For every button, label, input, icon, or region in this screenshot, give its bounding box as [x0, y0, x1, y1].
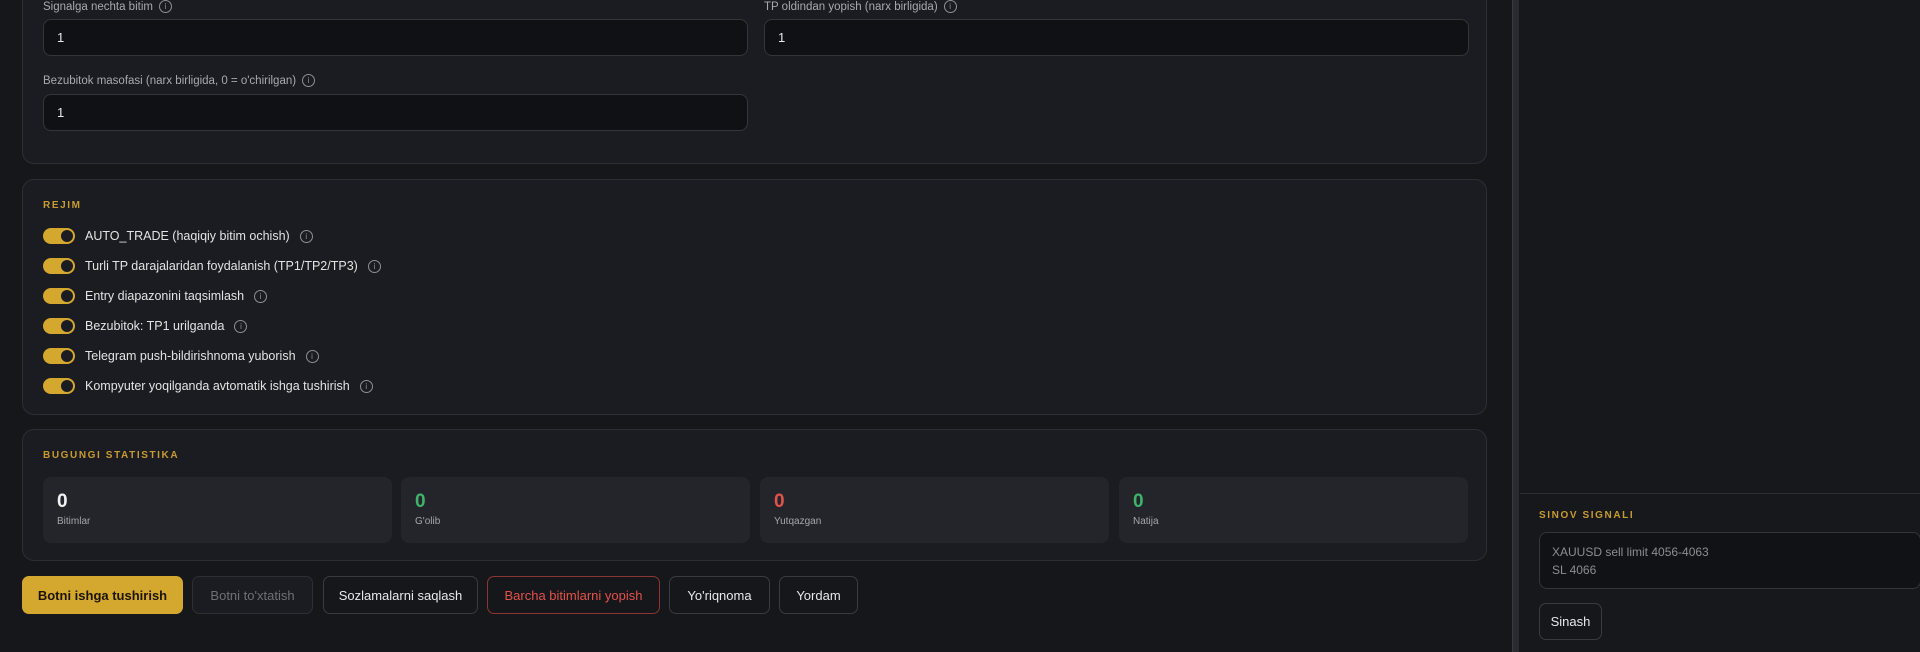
toggle-row-telegram[interactable]: Telegram push-bildirishnoma yuborish i	[43, 348, 319, 364]
stat-label: G'olib	[415, 516, 441, 527]
side-panel: SINOV SIGNALI XAUUSD sell limit 4056-406…	[1520, 0, 1920, 652]
guide-button[interactable]: Yo'riqnoma	[669, 576, 770, 614]
stat-value: 0	[774, 491, 785, 512]
stat-wins: 0 G'olib	[401, 477, 750, 543]
stop-bot-button[interactable]: Botni to'xtatish	[192, 576, 313, 614]
main-panel: Signalga nechta bitim i 1 TP oldindan yo…	[0, 0, 1508, 652]
toggle-label: Turli TP darajalaridan foydalanish (TP1/…	[85, 259, 358, 273]
toggle-row-multi-tp[interactable]: Turli TP darajalaridan foydalanish (TP1/…	[43, 258, 381, 274]
info-icon[interactable]: i	[943, 0, 957, 13]
telegram-toggle[interactable]	[43, 348, 75, 364]
breakeven-toggle[interactable]	[43, 318, 75, 334]
stats-section-title: BUGUNGI STATISTIKA	[43, 450, 180, 461]
mode-card: REJIM AUTO_TRADE (haqiqiy bitim ochish) …	[22, 179, 1487, 415]
test-signal-title: SINOV SIGNALI	[1539, 510, 1635, 521]
section-divider	[1520, 493, 1920, 494]
entry-range-toggle[interactable]	[43, 288, 75, 304]
info-icon[interactable]: i	[305, 349, 319, 363]
stat-label: Yutqazgan	[774, 516, 822, 527]
settings-card: Signalga nechta bitim i 1 TP oldindan yo…	[22, 0, 1487, 164]
toggle-knob	[61, 260, 73, 272]
auto-trade-toggle[interactable]	[43, 228, 75, 244]
stat-trades: 0 Bitimlar	[43, 477, 392, 543]
toggle-row-entry-range[interactable]: Entry diapazonini taqsimlash i	[43, 288, 268, 304]
field-label-trades-per-signal: Signalga nechta bitim i	[43, 0, 172, 13]
toggle-row-breakeven[interactable]: Bezubitok: TP1 urilganda i	[43, 318, 248, 334]
stat-label: Natija	[1133, 516, 1159, 527]
trades-per-signal-input[interactable]: 1	[43, 19, 748, 56]
start-bot-button[interactable]: Botni ishga tushirish	[22, 576, 183, 614]
toggle-knob	[61, 380, 73, 392]
toggle-knob	[61, 320, 73, 332]
stats-card: BUGUNGI STATISTIKA 0 Bitimlar 0 G'olib 0…	[22, 429, 1487, 561]
test-signal-textarea[interactable]: XAUUSD sell limit 4056-4063 SL 4066	[1539, 532, 1920, 589]
info-icon[interactable]: i	[302, 74, 316, 87]
toggle-label: Bezubitok: TP1 urilganda	[85, 319, 225, 333]
info-icon[interactable]: i	[367, 259, 381, 273]
toggle-row-autostart[interactable]: Kompyuter yoqilganda avtomatik ishga tus…	[43, 378, 373, 394]
info-icon[interactable]: i	[254, 289, 268, 303]
stat-label: Bitimlar	[57, 516, 91, 527]
close-all-trades-button[interactable]: Barcha bitimlarni yopish	[487, 576, 660, 614]
panel-resize-handle[interactable]	[1512, 0, 1519, 652]
info-icon[interactable]: i	[158, 0, 172, 13]
test-signal-button[interactable]: Sinash	[1539, 603, 1602, 640]
toggle-knob	[61, 350, 73, 362]
toggle-label: Kompyuter yoqilganda avtomatik ishga tus…	[85, 379, 350, 393]
stat-value: 0	[415, 491, 426, 512]
toggle-label: Telegram push-bildirishnoma yuborish	[85, 349, 296, 363]
info-icon[interactable]: i	[359, 379, 373, 393]
stat-value: 0	[57, 491, 68, 512]
tp-early-close-input[interactable]: 1	[764, 19, 1469, 56]
save-settings-button[interactable]: Sozlamalarni saqlash	[323, 576, 478, 614]
multi-tp-toggle[interactable]	[43, 258, 75, 274]
info-icon[interactable]: i	[299, 229, 313, 243]
toggle-knob	[61, 290, 73, 302]
breakeven-distance-input[interactable]: 1	[43, 94, 748, 131]
toggle-label: Entry diapazonini taqsimlash	[85, 289, 245, 303]
stat-losses: 0 Yutqazgan	[760, 477, 1109, 543]
mode-section-title: REJIM	[43, 200, 82, 211]
toggle-row-auto-trade[interactable]: AUTO_TRADE (haqiqiy bitim ochish) i	[43, 228, 313, 244]
stat-value: 0	[1133, 491, 1144, 512]
info-icon[interactable]: i	[234, 319, 248, 333]
help-button[interactable]: Yordam	[779, 576, 858, 614]
autostart-toggle[interactable]	[43, 378, 75, 394]
toggle-knob	[61, 230, 73, 242]
field-label-tp-early-close: TP oldindan yopish (narx birligida) i	[764, 0, 957, 13]
stat-result: 0 Natija	[1119, 477, 1468, 543]
field-label-breakeven-distance: Bezubitok masofasi (narx birligida, 0 = …	[43, 74, 316, 87]
toggle-label: AUTO_TRADE (haqiqiy bitim ochish)	[85, 229, 290, 243]
